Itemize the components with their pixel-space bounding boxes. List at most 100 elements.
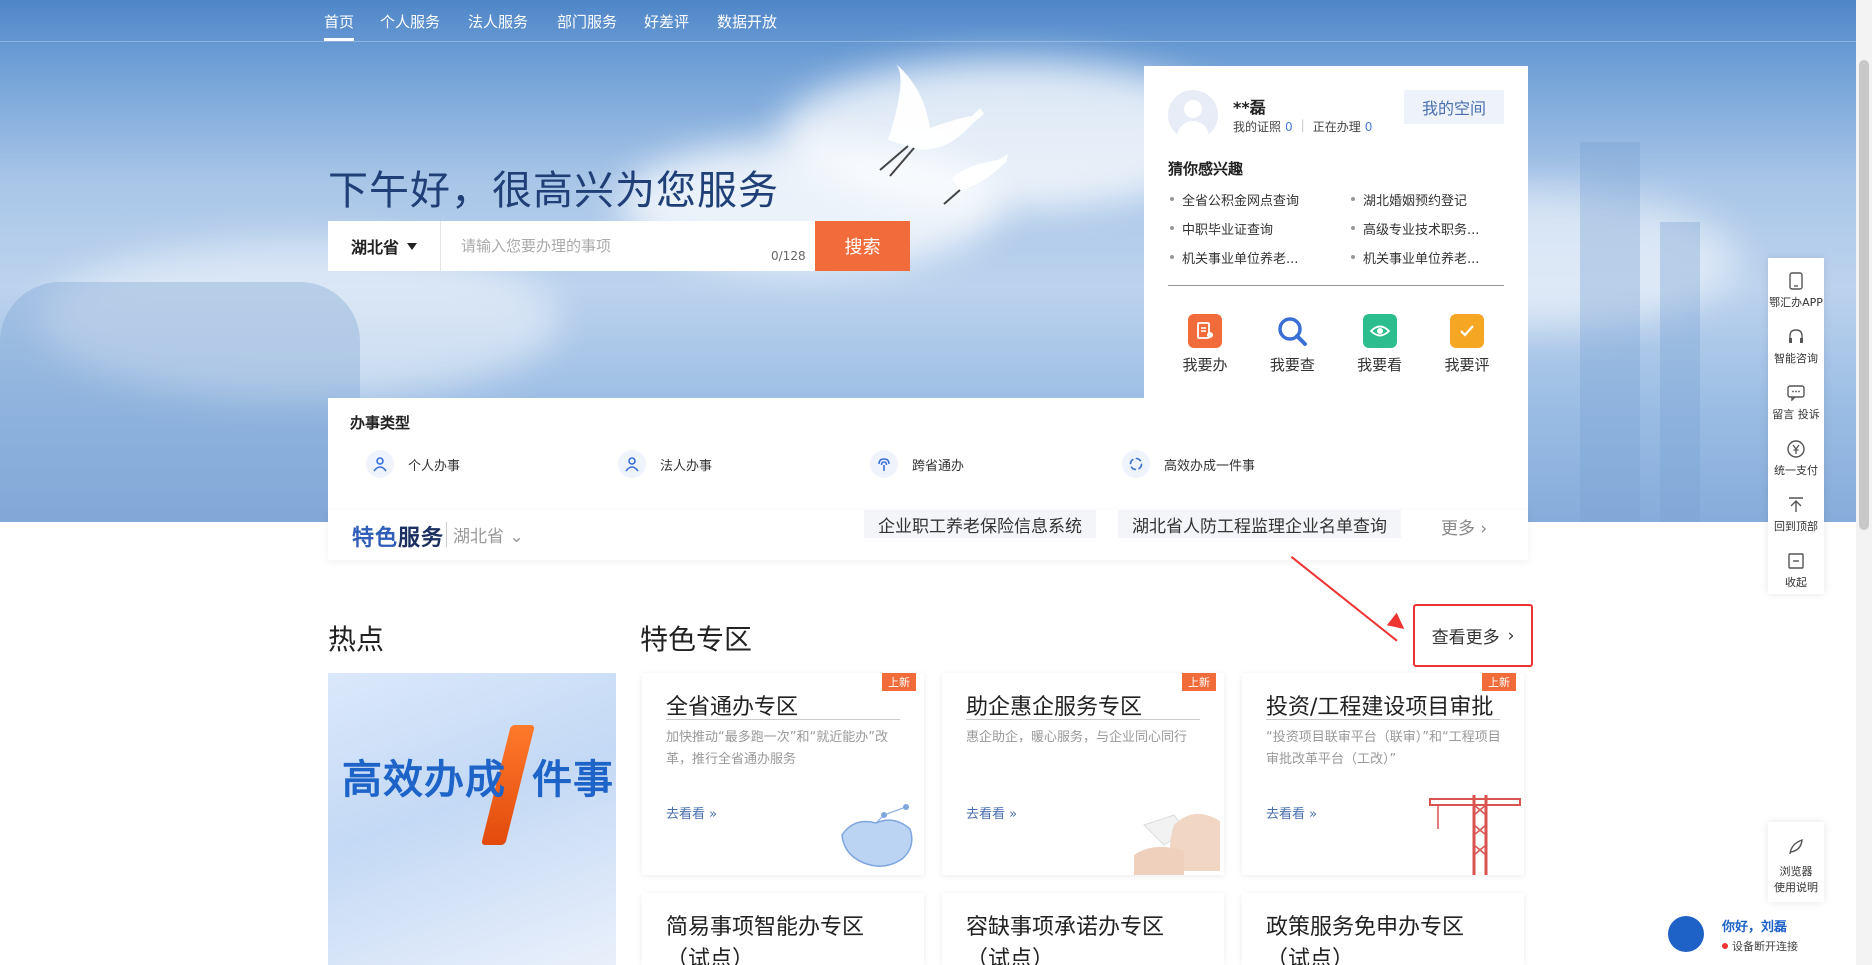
status-dot xyxy=(1722,943,1728,949)
nav-department-services[interactable]: 部门服务 xyxy=(557,11,617,32)
toolbar-consult[interactable]: 智能咨询 xyxy=(1768,328,1824,366)
top-nav: 首页 个人服务 法人服务 部门服务 好差评 数据开放 xyxy=(0,0,1872,42)
service-types-panel: 办事类型 个人办事 法人办事 跨省通办 高效办成一件事 xyxy=(328,398,1528,510)
card-link[interactable]: 去看看 » xyxy=(966,803,1017,822)
featured-tag[interactable]: 湖北省人防工程监理企业名单查询 xyxy=(1118,510,1401,538)
toolbar-back-to-top[interactable]: 回到顶部 xyxy=(1768,496,1824,534)
scroll-thumb[interactable] xyxy=(1859,60,1869,530)
message-icon xyxy=(1787,384,1805,402)
corporate-person-icon xyxy=(618,450,646,478)
featured-region-select[interactable]: 湖北省 ⌄ xyxy=(446,522,524,547)
card-desc: “投资项目联审平台（联审）”和“工程项目审批改革平台（工改）” xyxy=(1266,730,1501,767)
hot-banner-text: 高效办成 件事 xyxy=(342,757,614,803)
hot-section-title: 热点 xyxy=(328,623,385,656)
handle-icon xyxy=(1188,314,1222,348)
my-space-button[interactable]: 我的空间 xyxy=(1404,90,1504,124)
crane-bird-illustration xyxy=(879,64,1008,205)
service-type-corporate[interactable]: 法人办事 xyxy=(618,450,712,478)
user-card: **磊 我的证照 0 | 正在办理 0 我的空间 猜你感兴趣 全省公积金网点查询 湖… xyxy=(1144,66,1528,398)
service-type-personal[interactable]: 个人办事 xyxy=(366,450,460,478)
featured-more-link[interactable]: 更多 › xyxy=(1441,514,1487,539)
service-type-one-thing[interactable]: 高效办成一件事 xyxy=(1122,450,1255,478)
char-counter: 0/128 xyxy=(771,249,806,263)
assistant-logo-icon xyxy=(1668,916,1704,952)
user-stats: 我的证照 0 | 正在办理 0 xyxy=(1233,118,1372,135)
double-chevron-icon: » xyxy=(1309,807,1318,822)
zone-card[interactable]: 政策服务免申办专区 （试点） xyxy=(1242,893,1524,965)
collapse-icon xyxy=(1787,552,1805,570)
assistant-widget[interactable]: 你好，刘磊 设备断开连接 xyxy=(1664,910,1872,965)
back-to-top-icon xyxy=(1787,496,1805,514)
nav-home[interactable]: 首页 xyxy=(324,11,355,41)
caret-down-icon xyxy=(407,242,417,250)
card-desc: 惠企助企，暖心服务，与企业同心同行 xyxy=(966,730,1188,745)
interest-item[interactable]: 全省公积金网点查询 xyxy=(1168,190,1327,209)
nav-personal-services[interactable]: 个人服务 xyxy=(380,11,440,32)
zone-card[interactable]: 简易事项智能办专区 （试点） xyxy=(642,893,924,965)
region-label: 湖北省 xyxy=(350,238,399,257)
hot-banner[interactable]: 高效办成 件事 xyxy=(328,673,616,965)
toolbar-payment[interactable]: 统一支付 xyxy=(1768,440,1824,478)
processing-stat[interactable]: 正在办理 0 xyxy=(1313,118,1373,135)
toolbar-complaint[interactable]: 留言 投诉 xyxy=(1768,384,1824,422)
double-chevron-icon: » xyxy=(709,807,718,822)
card-title: 政策服务免申办专区 （试点） xyxy=(1266,915,1465,965)
card-title: 助企惠企服务专区 xyxy=(966,695,1143,720)
toolbar-app[interactable]: 鄂汇办APP xyxy=(1768,272,1824,310)
view-more-link[interactable]: 查看更多 › xyxy=(1413,604,1533,667)
browser-guide-button[interactable]: 浏览器 使用说明 xyxy=(1768,822,1824,902)
floating-toolbar: 鄂汇办APP 智能咨询 留言 投诉 统一支付 回到顶部 收起 xyxy=(1768,258,1824,594)
toolbar-collapse[interactable]: 收起 xyxy=(1768,552,1824,590)
zone-card[interactable]: 上新 投资/工程建设项目审批 “投资项目联审平台（联审）”和“工程项目审批改革平… xyxy=(1242,673,1524,875)
card-title: 全省通办专区 xyxy=(666,695,799,720)
chevron-down-icon: ⌄ xyxy=(509,527,524,547)
page-scrollbar[interactable] xyxy=(1856,0,1872,965)
card-link[interactable]: 去看看 » xyxy=(666,803,717,822)
region-select[interactable]: 湖北省 xyxy=(328,221,441,271)
service-type-cross-province[interactable]: 跨省通办 xyxy=(870,450,964,478)
card-title: 投资/工程建设项目审批 xyxy=(1266,695,1494,720)
action-query[interactable]: 我要查 xyxy=(1255,314,1329,375)
interest-item[interactable]: 湖北婚姻预约登记 xyxy=(1349,190,1508,209)
action-view[interactable]: 我要看 xyxy=(1343,314,1417,375)
card-title: 容缺事项承诺办专区 （试点） xyxy=(966,915,1165,965)
action-evaluate[interactable]: 我要评 xyxy=(1430,314,1504,375)
zone-card[interactable]: 上新 全省通办专区 加快推动“最多跑一次”和“就近能办”改革，推行全省通办服务 … xyxy=(642,673,924,875)
yuan-icon xyxy=(1787,440,1805,458)
interest-title: 猜你感兴趣 xyxy=(1168,160,1244,178)
featured-tag[interactable]: 企业职工养老保险信息系统 xyxy=(864,510,1096,538)
divider xyxy=(1168,285,1504,286)
nav-evaluation[interactable]: 好差评 xyxy=(644,11,689,32)
featured-section-title: 特色专区 xyxy=(640,623,753,656)
card-link[interactable]: 去看看 » xyxy=(1266,803,1317,822)
featured-services-logo: 特色服务 xyxy=(352,526,445,551)
chevron-right-icon: › xyxy=(1480,519,1488,539)
divider xyxy=(966,719,1200,720)
greeting-title: 下午好，很高兴为您服务 xyxy=(328,168,779,214)
card-title: 简易事项智能办专区 （试点） xyxy=(666,915,865,965)
interest-item[interactable]: 中职毕业证查询 xyxy=(1168,219,1327,238)
interest-item[interactable]: 机关事业单位养老... xyxy=(1168,248,1327,267)
double-chevron-icon: » xyxy=(1009,807,1018,822)
headset-icon xyxy=(1787,328,1805,346)
connection-status: 设备断开连接 xyxy=(1722,938,1798,954)
search-button[interactable]: 搜索 xyxy=(815,221,910,271)
interest-item[interactable]: 机关事业单位养老... xyxy=(1349,248,1508,267)
assistant-greeting: 你好，刘磊 xyxy=(1722,920,1788,935)
handshake-illustration xyxy=(1134,813,1220,875)
annotation-arrow xyxy=(1290,556,1398,642)
zone-card[interactable]: 上新 助企惠企服务专区 惠企助企，暖心服务，与企业同心同行 去看看 » xyxy=(942,673,1224,875)
cycle-icon xyxy=(1122,450,1150,478)
action-handle[interactable]: 我要办 xyxy=(1168,314,1242,375)
interest-item[interactable]: 高级专业技术职务... xyxy=(1349,219,1508,238)
zone-card[interactable]: 容缺事项承诺办专区 （试点） xyxy=(942,893,1224,965)
signal-icon xyxy=(870,450,898,478)
featured-services-bar: 特色服务 湖北省 ⌄ 企业职工养老保险信息系统 湖北省人防工程监理企业名单查询 … xyxy=(328,510,1528,560)
quick-actions: 我要办 我要查 我要看 我要评 xyxy=(1168,314,1504,375)
avatar[interactable] xyxy=(1168,90,1218,140)
card-desc: 加快推动“最多跑一次”和“就近能办”改革，推行全省通办服务 xyxy=(666,730,888,767)
nav-open-data[interactable]: 数据开放 xyxy=(717,11,777,32)
search-input[interactable] xyxy=(441,221,815,271)
licenses-stat[interactable]: 我的证照 0 xyxy=(1233,118,1293,135)
nav-corporate-services[interactable]: 法人服务 xyxy=(468,11,528,32)
